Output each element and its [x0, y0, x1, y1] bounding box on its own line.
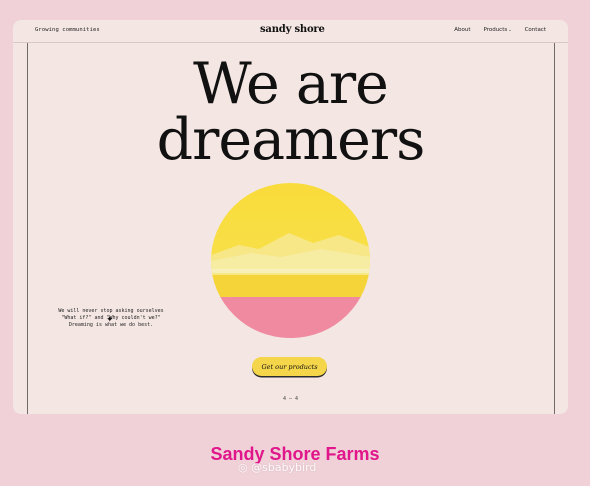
hero-blurb-line1: We will never stop asking ourselves	[58, 308, 164, 314]
nav-item-products-label: Products	[483, 27, 508, 33]
hero-headline-line1: We are	[193, 51, 389, 117]
header-tagline: Growing communities	[35, 27, 100, 33]
hero-headline: We are dreamers	[13, 51, 568, 173]
hero-blurb-line3: Dreaming is what we do best.	[68, 322, 154, 328]
get-products-button[interactable]: Get our products	[252, 357, 327, 376]
page-indicator: 4 — 4	[282, 396, 299, 402]
watermark-text: @sbabybird	[251, 461, 317, 474]
website-preview-card: Growing communities sandy shore About Pr…	[13, 20, 568, 414]
nav-item-contact[interactable]: Contact	[525, 27, 546, 33]
watermark: ◎ @sbabybird	[238, 461, 316, 474]
header-divider	[13, 42, 568, 43]
nav-item-products[interactable]: Products⌄	[483, 27, 511, 33]
main-nav: About Products⌄ Contact	[454, 27, 546, 33]
hero-blurb-line2: "What if?" and "Why couldn't we?"	[61, 315, 161, 321]
hero-headline-line2: dreamers	[156, 107, 426, 173]
hero-blurb: We will never stop asking ourselves "Wha…	[51, 308, 171, 329]
chevron-down-icon: ⌄	[508, 27, 512, 32]
sunset-illustration	[211, 183, 370, 338]
nav-item-about[interactable]: About	[454, 27, 470, 33]
weibo-icon: ◎	[238, 461, 252, 474]
site-logo[interactable]: sandy shore	[260, 24, 325, 35]
